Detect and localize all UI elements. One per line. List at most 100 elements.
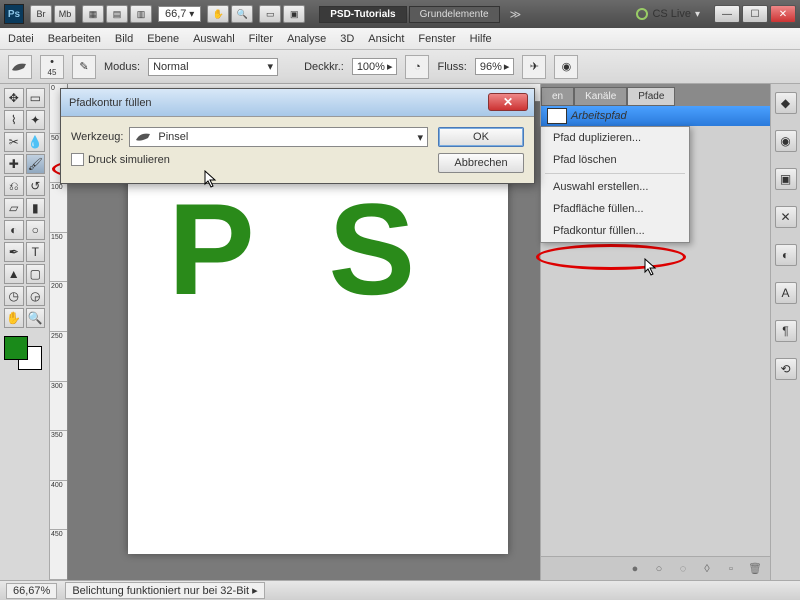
opacity-label: Deckkr.:	[304, 61, 344, 73]
dock-character-icon[interactable]: A	[775, 282, 797, 304]
panel-tab-paths[interactable]: Pfade	[627, 87, 675, 106]
menu-bearbeiten[interactable]: Bearbeiten	[48, 33, 101, 45]
delete-path-icon[interactable]: 🗑	[748, 562, 762, 576]
zoom-level-field[interactable]: 66,7 ▾	[158, 6, 201, 22]
hand-tool-button[interactable]: ✋	[207, 5, 229, 23]
dialog-close-button[interactable]: ✕	[488, 93, 528, 111]
ctx-stroke-path[interactable]: Pfadkontur füllen...	[541, 220, 689, 242]
ok-button[interactable]: OK	[438, 127, 524, 147]
brush-icon	[134, 130, 154, 144]
dock-styles-icon[interactable]: ▣	[775, 168, 797, 190]
fill-path-icon[interactable]: ●	[628, 562, 642, 576]
zoom-tool[interactable]: 🔍	[26, 308, 46, 328]
hand-tool[interactable]: ✋	[4, 308, 24, 328]
dock-masks-icon[interactable]: ◐	[775, 244, 797, 266]
minibridge-button[interactable]: Mb	[54, 5, 76, 23]
ctx-delete-path[interactable]: Pfad löschen	[541, 149, 689, 171]
path-to-selection-icon[interactable]: ◌	[676, 562, 690, 576]
3d-tool[interactable]: ◷	[4, 286, 24, 306]
minimize-button[interactable]: —	[714, 5, 740, 23]
close-button[interactable]: ✕	[770, 5, 796, 23]
foreground-color-swatch[interactable]	[4, 336, 28, 360]
doc-tab-grundelemente[interactable]: Grundelemente	[409, 6, 500, 23]
path-select-tool[interactable]: ▲	[4, 264, 24, 284]
screen-mode-button[interactable]: ▣	[283, 5, 305, 23]
eyedropper-tool[interactable]: 💧	[26, 132, 46, 152]
menu-datei[interactable]: Datei	[8, 33, 34, 45]
more-tabs-icon[interactable]: ≫	[510, 8, 522, 21]
pen-tool[interactable]: ✒	[4, 242, 24, 262]
make-workpath-icon[interactable]: ◊	[700, 562, 714, 576]
simulate-pressure-checkbox[interactable]: Druck simulieren	[71, 153, 428, 166]
doc-tab-psdtutorials[interactable]: PSD-Tutorials	[319, 6, 406, 23]
options-bar: •45 ✎ Modus: Normal▾ Deckkr.: 100%▸ ◔ Fl…	[0, 50, 800, 84]
opacity-field[interactable]: 100%▸	[352, 58, 398, 75]
history-brush-tool[interactable]: ↺	[26, 176, 46, 196]
menu-fenster[interactable]: Fenster	[418, 33, 455, 45]
dock-adjustments-icon[interactable]: ✕	[775, 206, 797, 228]
ctx-fill-path[interactable]: Pfadfläche füllen...	[541, 198, 689, 220]
dodge-tool[interactable]: ○	[26, 220, 46, 240]
dock-history-icon[interactable]: ⟲	[775, 358, 797, 380]
3d-camera-tool[interactable]: ◶	[26, 286, 46, 306]
lasso-tool[interactable]: ⌇	[4, 110, 24, 130]
maximize-button[interactable]: ☐	[742, 5, 768, 23]
type-tool[interactable]: T	[26, 242, 46, 262]
color-swatches[interactable]	[4, 336, 44, 376]
ctx-make-selection[interactable]: Auswahl erstellen...	[541, 176, 689, 198]
gradient-tool[interactable]: ▮	[26, 198, 46, 218]
menu-ansicht[interactable]: Ansicht	[368, 33, 404, 45]
shape-tool[interactable]: ▢	[26, 264, 46, 284]
marquee-tool[interactable]: ▭	[26, 88, 46, 108]
move-tool[interactable]: ✥	[4, 88, 24, 108]
current-tool-icon[interactable]	[8, 55, 32, 79]
menu-ebene[interactable]: Ebene	[147, 33, 179, 45]
dock-color-icon[interactable]: ◆	[775, 92, 797, 114]
menu-bild[interactable]: Bild	[115, 33, 133, 45]
canvas-text-content: P S	[168, 174, 435, 324]
menu-analyse[interactable]: Analyse	[287, 33, 326, 45]
status-bar: 66,67% Belichtung funktioniert nur bei 3…	[0, 580, 800, 600]
blur-tool[interactable]: ◐	[4, 220, 24, 240]
bridge-button[interactable]: Br	[30, 5, 52, 23]
panel-tab-layers[interactable]: en	[541, 87, 574, 106]
wand-tool[interactable]: ✦	[26, 110, 46, 130]
tool-dropdown[interactable]: Pinsel ▾	[129, 127, 428, 147]
blend-mode-dropdown[interactable]: Normal▾	[148, 58, 278, 76]
crop-tool[interactable]: ✂	[4, 132, 24, 152]
zoom-tool-button[interactable]: 🔍	[231, 5, 253, 23]
view-extras-button[interactable]: ▦	[82, 5, 104, 23]
brush-preset-picker[interactable]: •45	[40, 55, 64, 79]
ctx-duplicate-path[interactable]: Pfad duplizieren...	[541, 127, 689, 149]
view-guides-button[interactable]: ▤	[106, 5, 128, 23]
stamp-tool[interactable]: ⎌	[4, 176, 24, 196]
airbrush-button[interactable]: ✈	[522, 55, 546, 79]
title-bar: Ps Br Mb ▦ ▤ ▥ 66,7 ▾ ✋ 🔍 ▭ ▣ PSD-Tutori…	[0, 0, 800, 28]
new-path-icon[interactable]: ▫	[724, 562, 738, 576]
view-grid-button[interactable]: ▥	[130, 5, 152, 23]
flow-field[interactable]: 96%▸	[475, 58, 515, 75]
menu-hilfe[interactable]: Hilfe	[470, 33, 492, 45]
brush-panel-toggle[interactable]: ✎	[72, 55, 96, 79]
dialog-title-text: Pfadkontur füllen	[69, 97, 152, 109]
panel-tab-channels[interactable]: Kanäle	[574, 87, 627, 106]
arrange-button[interactable]: ▭	[259, 5, 281, 23]
dock-paragraph-icon[interactable]: ¶	[775, 320, 797, 342]
status-zoom[interactable]: 66,67%	[6, 583, 57, 599]
flow-label: Fluss:	[437, 61, 466, 73]
healing-tool[interactable]: ✚	[4, 154, 24, 174]
dialog-titlebar[interactable]: Pfadkontur füllen ✕	[61, 89, 534, 117]
cslive-button[interactable]: CS Live ▾	[636, 8, 700, 20]
tablet-pressure-button[interactable]: ◉	[554, 55, 578, 79]
eraser-tool[interactable]: ▱	[4, 198, 24, 218]
menu-filter[interactable]: Filter	[249, 33, 273, 45]
opacity-pressure-button[interactable]: ◔	[405, 55, 429, 79]
stroke-path-icon[interactable]: ○	[652, 562, 666, 576]
brush-tool[interactable]: 🖌	[26, 154, 46, 174]
menu-auswahl[interactable]: Auswahl	[193, 33, 235, 45]
paths-panel-footer: ● ○ ◌ ◊ ▫ 🗑	[541, 556, 770, 580]
menu-3d[interactable]: 3D	[340, 33, 354, 45]
path-item-arbeitspfad[interactable]: Arbeitspfad	[541, 106, 770, 126]
dock-swatches-icon[interactable]: ◉	[775, 130, 797, 152]
cancel-button[interactable]: Abbrechen	[438, 153, 524, 173]
